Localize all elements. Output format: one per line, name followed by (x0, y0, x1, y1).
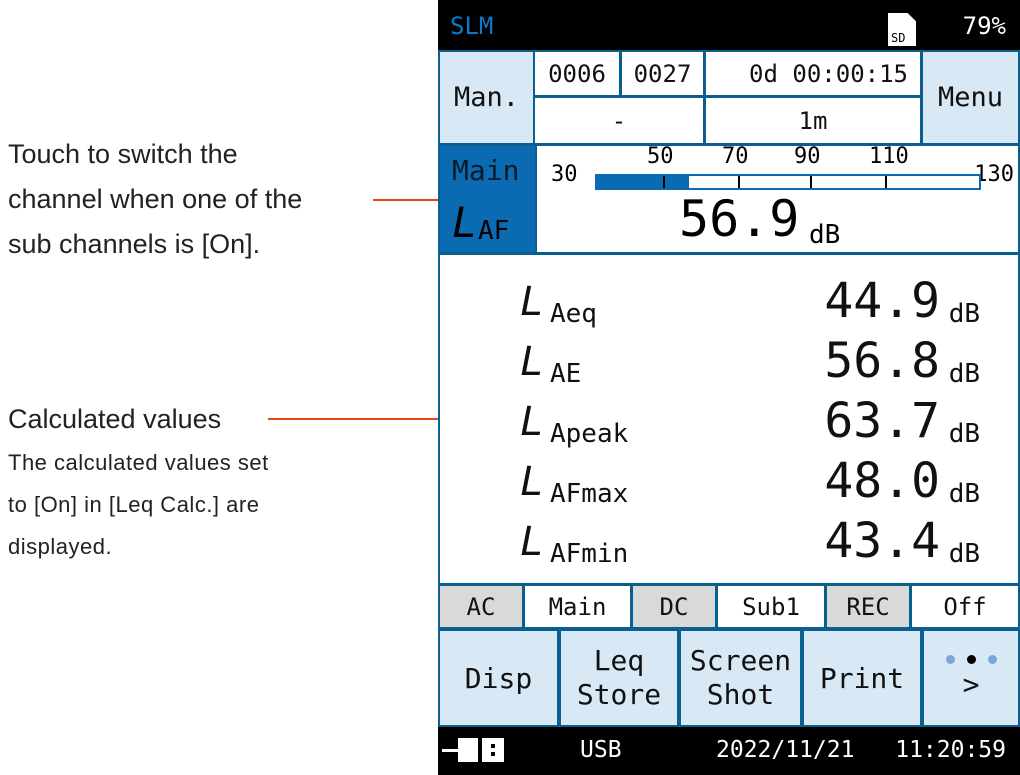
leader-line (268, 418, 451, 420)
scale-tick-label: 110 (869, 144, 909, 169)
calculated-value-row: L AFmax 48.0 dB (520, 449, 980, 509)
level-symbol: L (520, 519, 545, 565)
level-symbol: L (452, 198, 478, 247)
sd-card-icon: SD (888, 13, 916, 46)
title-bar: SLM SD 79% (438, 0, 1020, 50)
calculated-value-row: L AFmin 43.4 dB (520, 509, 980, 569)
value-label: AE (550, 359, 582, 389)
counter-2: 0027 (622, 52, 703, 95)
calculated-value-row: L Aeq 44.9 dB (520, 269, 980, 329)
channel-annotation: Touch to switch the channel when one of … (8, 132, 302, 267)
leader-line (373, 199, 448, 201)
calculated-value-row: L AE 56.8 dB (520, 329, 980, 389)
note-line: to [On] in [Leq Calc.] are (8, 492, 260, 517)
status-cell: AC (440, 586, 522, 627)
scale-tick-mark (810, 176, 812, 188)
calculated-values-panel: L Aeq 44.9 dB L AE 56.8 dB L Apeak 63.7 dB L AFmax 48.… (440, 255, 1018, 583)
next-page-button[interactable]: > (924, 631, 1018, 725)
channel-label: Main (452, 154, 520, 187)
scale-tick-mark (663, 176, 665, 188)
usb-status: USB (580, 737, 622, 763)
value-label: AFmax (550, 479, 629, 509)
scale-tick-label: 70 (722, 144, 749, 169)
value-number: 63.7 (824, 393, 940, 449)
weighting: AF (478, 216, 510, 246)
counter-1: 0006 (535, 52, 619, 95)
status-cell: Sub1 (718, 586, 824, 627)
value-unit: dB (948, 479, 980, 509)
calculated-value-row: L Apeak 63.7 dB (520, 389, 980, 449)
chevron-right-icon: > (962, 668, 980, 701)
main-unit: dB (809, 220, 841, 250)
button-label: Store (576, 678, 662, 711)
date: 2022/11/21 (716, 737, 855, 763)
button-label: Screen (689, 644, 792, 678)
value-label: AFmin (550, 539, 629, 569)
value-unit: dB (948, 539, 980, 569)
level-symbol: L (520, 399, 545, 445)
menu-button[interactable]: Menu (923, 52, 1018, 143)
app-title: SLM (450, 12, 494, 40)
note-line: Touch to switch the (8, 139, 238, 169)
level-bar-fill (597, 176, 689, 188)
level-bar (595, 174, 981, 190)
note-line: The calculated values set (8, 450, 269, 475)
leq-store-button[interactable]: Leq Store (561, 631, 677, 725)
value-number: 56.8 (824, 333, 940, 389)
scale-tick-mark (738, 176, 740, 188)
scale-tick-label: 50 (647, 144, 674, 169)
screen-shot-button[interactable]: Screen Shot (681, 631, 800, 725)
interval: 1m (706, 98, 920, 143)
level-symbol: L (520, 339, 545, 385)
button-label: Shot (706, 678, 775, 711)
note-line: sub channels is [On]. (8, 229, 261, 259)
footer-bar: USB 2022/11/21 11:20:59 (438, 727, 1020, 775)
value-label: Apeak (550, 419, 629, 449)
value-unit: dB (948, 359, 980, 389)
status-cell: DC (633, 586, 715, 627)
value-label: Aeq (550, 299, 597, 329)
value-number: 44.9 (824, 273, 940, 329)
value-number: 48.0 (824, 453, 940, 509)
status-cell: REC (827, 586, 909, 627)
page-dots-icon (945, 655, 997, 664)
note-line: displayed. (8, 534, 113, 559)
button-label: Leq (593, 644, 645, 678)
status-cell: Main (525, 586, 630, 627)
battery-level: 79% (962, 12, 1006, 40)
time: 11:20:59 (895, 737, 1006, 763)
calc-description: The calculated values set to [On] in [Le… (8, 442, 269, 568)
scale-tick-label: 90 (794, 144, 821, 169)
device-screen: SLM SD 79% Man. 0006 0027 0d 00:00:15 - … (438, 0, 1020, 775)
main-level-panel: 30 130 50 70 90 110 56.9 dB (537, 144, 1018, 252)
mode-button[interactable]: Man. (440, 52, 533, 143)
value-unit: dB (948, 419, 980, 449)
elapsed-time: 0d 00:00:15 (706, 52, 920, 95)
field-dash: - (535, 98, 703, 143)
value-number: 43.4 (824, 513, 940, 569)
sd-label: SD (891, 31, 906, 45)
value-unit: dB (948, 299, 980, 329)
status-cell: Off (912, 586, 1018, 627)
level-symbol: L (520, 459, 545, 505)
calc-annotation: Calculated values (8, 397, 221, 442)
disp-button[interactable]: Disp (440, 631, 557, 725)
power-plug-icon (442, 738, 504, 762)
main-value: 56.9 (679, 190, 800, 248)
note-title: Calculated values (8, 404, 222, 434)
note-line: channel when one of the (8, 184, 303, 214)
scale-tick-mark (885, 176, 887, 188)
scale-min: 30 (551, 162, 578, 187)
channel-switch-button[interactable]: Main L AF (440, 146, 535, 252)
level-symbol: L (520, 279, 545, 325)
print-button[interactable]: Print (804, 631, 920, 725)
